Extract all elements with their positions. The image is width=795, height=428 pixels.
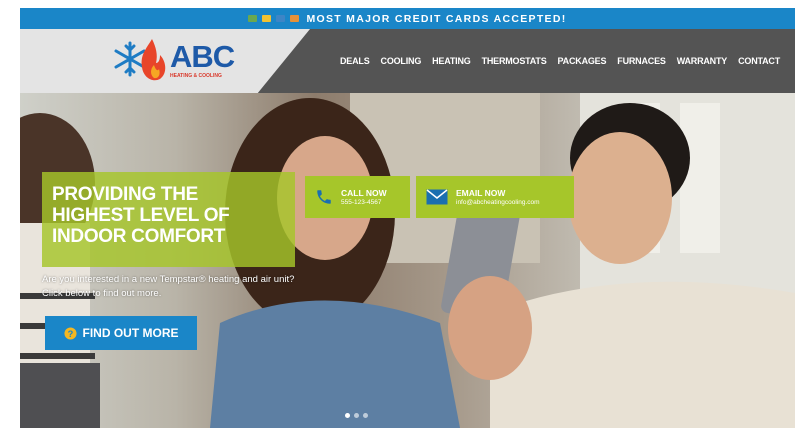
logo-tagline: HEATING & COOLING xyxy=(170,73,222,79)
nav-contact[interactable]: CONTACT xyxy=(738,56,780,66)
main-nav: DEALS COOLING HEATING THERMOSTATS PACKAG… xyxy=(340,29,780,93)
svg-text:?: ? xyxy=(67,328,73,338)
envelope-icon xyxy=(426,189,448,205)
credit-card-icon xyxy=(262,15,272,22)
hero-text: Are you interested in a new Tempstar® he… xyxy=(42,274,295,299)
logo-name: ABC xyxy=(170,39,235,74)
slider-dot-3[interactable] xyxy=(363,413,368,418)
call-now-button[interactable]: CALL NOW 555-123-4567 xyxy=(305,176,410,218)
question-circle-icon: ? xyxy=(63,326,77,340)
nav-thermostats[interactable]: THERMOSTATS xyxy=(482,56,547,66)
credit-card-icon xyxy=(290,15,300,22)
slider-dot-2[interactable] xyxy=(354,413,359,418)
top-bar: MOST MAJOR CREDIT CARDS ACCEPTED! xyxy=(20,8,795,29)
nav-packages[interactable]: PACKAGES xyxy=(558,56,607,66)
nav-warranty[interactable]: WARRANTY xyxy=(677,56,728,66)
site-header: ABC HEATING & COOLING DEALS COOLING HEAT… xyxy=(20,29,795,93)
phone-number: 555-123-4567 xyxy=(341,198,382,206)
topbar-text: MOST MAJOR CREDIT CARDS ACCEPTED! xyxy=(306,12,567,25)
logo-area: ABC HEATING & COOLING xyxy=(20,29,310,93)
find-out-more-button[interactable]: ? FIND OUT MORE xyxy=(45,316,197,350)
hero-title: PROVIDING THE HIGHEST LEVEL OF INDOOR CO… xyxy=(52,184,230,247)
slider-dots xyxy=(345,413,368,418)
find-out-more-label: FIND OUT MORE xyxy=(82,326,179,340)
logo[interactable]: ABC HEATING & COOLING xyxy=(112,35,262,85)
email-address: info@abcheatingcooling.com xyxy=(456,198,540,206)
credit-card-icon xyxy=(248,15,258,22)
snowflake-flame-icon xyxy=(114,39,166,81)
nav-heating[interactable]: HEATING xyxy=(432,56,471,66)
promo-box: PROVIDING THE HIGHEST LEVEL OF INDOOR CO… xyxy=(42,172,295,267)
slider-dot-1[interactable] xyxy=(345,413,350,418)
page-frame: MOST MAJOR CREDIT CARDS ACCEPTED! ABC HE… xyxy=(20,8,795,428)
nav-cooling[interactable]: COOLING xyxy=(381,56,422,66)
nav-deals[interactable]: DEALS xyxy=(340,56,370,66)
call-now-title: CALL NOW xyxy=(341,187,387,198)
email-now-title: EMAIL NOW xyxy=(456,187,506,198)
phone-icon xyxy=(317,190,331,204)
email-now-button[interactable]: EMAIL NOW info@abcheatingcooling.com xyxy=(416,176,574,218)
credit-card-icon xyxy=(276,15,286,22)
nav-furnaces[interactable]: FURNACES xyxy=(617,56,666,66)
